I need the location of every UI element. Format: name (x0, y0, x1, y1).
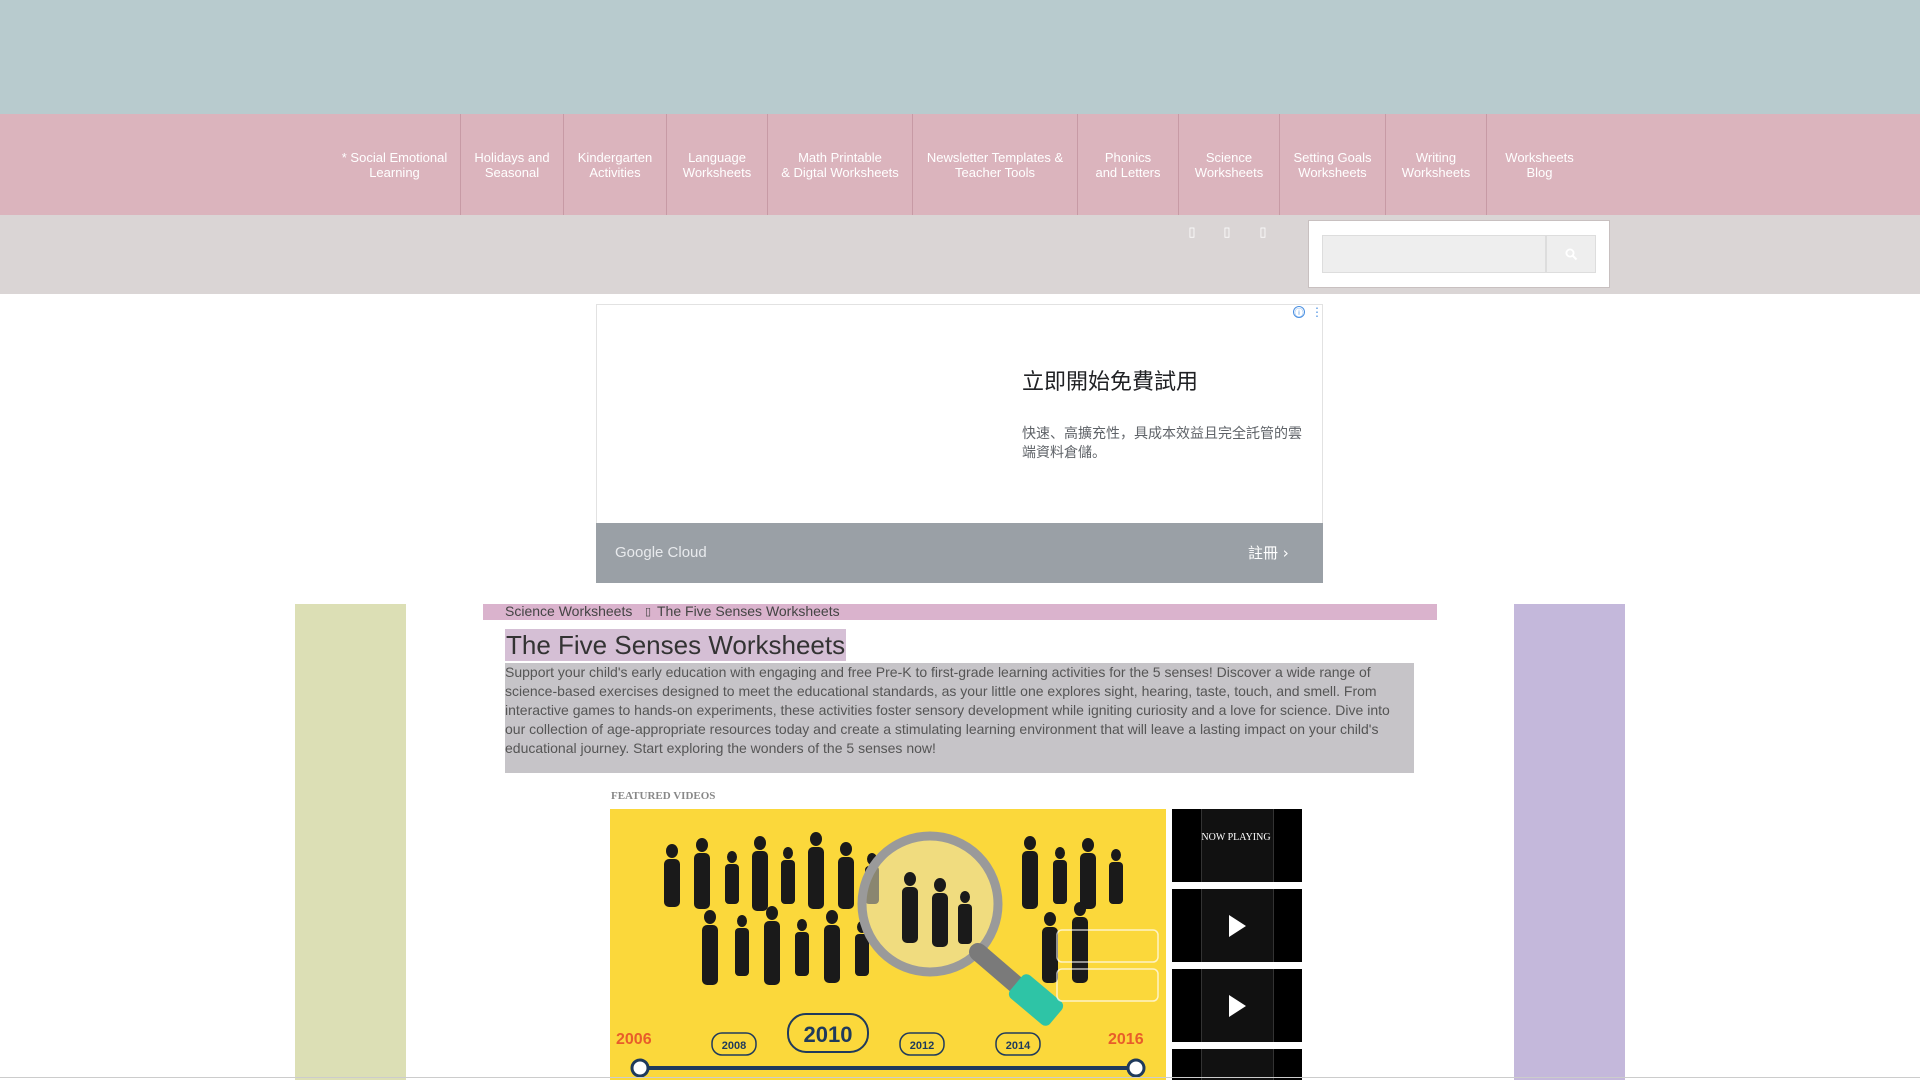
search-icon (1565, 248, 1577, 260)
facebook-icon[interactable]: ▯ (1185, 224, 1199, 242)
nav-item-holidays-and-seasonal[interactable]: Holidays and Seasonal (461, 114, 564, 215)
timeline-year-2006: 2006 (616, 1031, 652, 1048)
timeline-year-2012: 2012 (910, 1040, 934, 1052)
search-input[interactable] (1322, 235, 1546, 273)
nav-item-social-emotional-learning[interactable]: * Social Emotional Learning (329, 114, 461, 215)
nav-item-language-worksheets[interactable]: Language Worksheets (667, 114, 768, 215)
ad-info-icon[interactable]: ⓘ (1293, 306, 1305, 318)
ad-signup-button[interactable]: 註冊 › (1248, 542, 1289, 563)
main-navigation: * Social Emotional Learning Holidays and S… (329, 114, 1592, 215)
video-thumbnail: 2006 2008 2010 2012 2014 2016 (616, 831, 1159, 1078)
chevron-right-icon: › (1282, 544, 1289, 562)
ad-body-text: 快速、高擴充性，具成本效益且完全託管的雲端資料倉儲。 (1022, 426, 1302, 461)
ad-menu-icon[interactable]: ⋮ (1311, 305, 1323, 319)
breadcrumb-item-current: The Five Senses Worksheets (657, 603, 840, 619)
header-banner (0, 0, 1920, 114)
play-icon (1229, 995, 1246, 1017)
ad-brand: Google Cloud (615, 544, 707, 561)
social-search-bar (0, 215, 1920, 294)
nav-item-setting-goals-worksheets[interactable]: Setting Goals Worksheets (1280, 114, 1386, 215)
search-button[interactable] (1546, 235, 1596, 273)
timeline-year-2014: 2014 (1006, 1040, 1031, 1052)
breadcrumb-item-science-worksheets[interactable]: Science Worksheets (505, 603, 632, 619)
nav-item-worksheets-blog[interactable]: Worksheets Blog (1487, 114, 1592, 215)
right-sidebar (1514, 604, 1625, 1080)
left-sidebar (295, 604, 406, 1080)
timeline-year-2008: 2008 (722, 1040, 746, 1052)
timeline-year-2016: 2016 (1108, 1031, 1144, 1048)
breadcrumb-separator-icon: ▯ (645, 606, 652, 618)
timeline (630, 1013, 1146, 1078)
nav-item-newsletter-templates[interactable]: Newsletter Templates & Teacher Tools (913, 114, 1078, 215)
video-thumbnail-1[interactable] (1172, 809, 1302, 882)
ad-headline[interactable]: 立即開始免費試用 (1022, 364, 1198, 396)
nav-item-phonics-and-letters[interactable]: Phonics and Letters (1078, 114, 1179, 215)
page-description: Support your child's early education wit… (505, 664, 1390, 756)
play-icon (1229, 915, 1246, 937)
video-player[interactable]: 2006 2008 2010 2012 2014 2016 (610, 809, 1166, 1080)
now-playing-label: NOW PLAYING (1201, 832, 1271, 843)
nav-item-kindergarten-activities[interactable]: Kindergarten Activities (564, 114, 667, 215)
pinterest-icon[interactable]: ▯ (1256, 224, 1270, 242)
video-thumbnail-4[interactable] (1172, 1049, 1302, 1080)
nav-item-science-worksheets[interactable]: Science Worksheets (1179, 114, 1280, 215)
timeline-year-2010: 2010 (804, 1022, 853, 1047)
page-title: The Five Senses Worksheets (505, 629, 847, 661)
nav-item-writing-worksheets[interactable]: Writing Worksheets (1386, 114, 1487, 215)
featured-videos-label: FEATURED VIDEOS (611, 790, 716, 802)
nav-item-math-printable[interactable]: Math Printable & Digtal Worksheets (768, 114, 913, 215)
divider (0, 1077, 1920, 1078)
twitter-icon[interactable]: ▯ (1220, 224, 1234, 242)
